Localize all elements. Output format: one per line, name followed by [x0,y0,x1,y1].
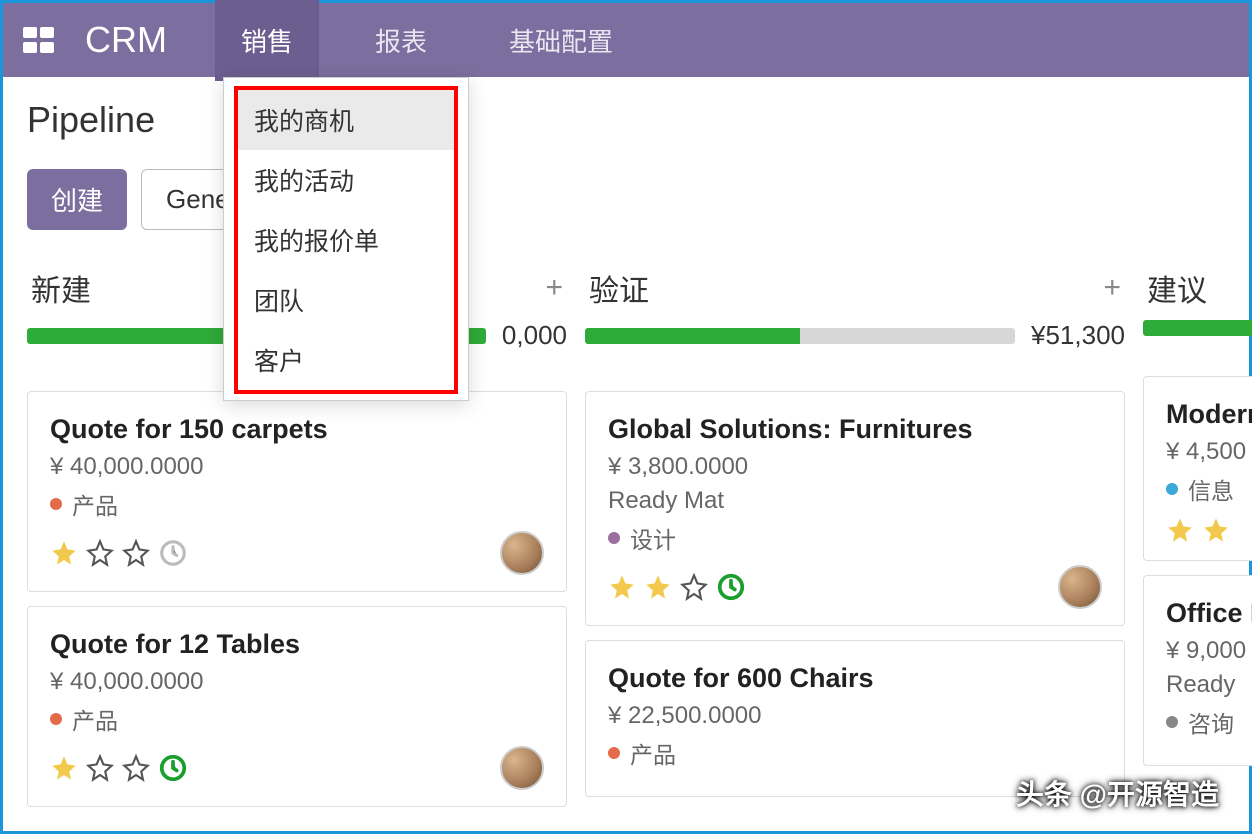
avatar[interactable] [500,746,544,790]
dd-my-opportunities[interactable]: 我的商机 [238,90,454,150]
clock-icon[interactable] [716,572,746,602]
tag-dot [1166,716,1178,728]
star-rating[interactable] [50,538,188,568]
dd-my-quotes[interactable]: 我的报价单 [238,210,454,270]
card-title: Office I [1166,598,1252,629]
page-title: Pipeline [27,99,1225,141]
card-title: Quote for 12 Tables [50,629,544,660]
tag-label: 产品 [72,702,118,736]
column-title: 新建 [31,266,91,310]
card-subtitle: Ready [1166,671,1252,699]
column-proposal: 建议 Moderr ¥ 4,500 信息 [1143,260,1252,821]
watermark: 头条 @开源智造 [1016,773,1219,813]
column-title: 验证 [589,266,649,310]
column-amount: ¥51,300 [1031,320,1125,351]
apps-grid-icon[interactable] [23,27,55,53]
card-amount: ¥ 40,000.0000 [50,453,544,481]
avatar[interactable] [500,531,544,575]
tag-dot [50,713,62,725]
topbar: CRM 销售 报表 基础配置 [3,3,1249,77]
star-icon[interactable] [1202,516,1230,544]
card-subtitle: Ready Mat [608,487,1102,515]
star-icon[interactable] [122,539,150,567]
star-rating[interactable] [1166,516,1230,544]
star-icon[interactable] [608,573,636,601]
card-amount: ¥ 22,500.0000 [608,702,1102,730]
tag-dot [608,532,620,544]
tag-label: 产品 [630,736,676,770]
column-amount: 0,000 [502,320,567,351]
tag-label: 设计 [630,521,676,555]
content: Pipeline 创建 Gener 新建 + 0,000 Quote for 1… [3,77,1249,821]
star-icon[interactable] [1166,516,1194,544]
card-title: Moderr [1166,399,1252,430]
add-card-icon[interactable]: + [545,271,563,305]
nav-reports[interactable]: 报表 [349,0,453,81]
clock-icon[interactable] [158,753,188,783]
nav-config[interactable]: 基础配置 [483,0,639,81]
star-icon[interactable] [86,754,114,782]
star-rating[interactable] [608,572,746,602]
card-title: Quote for 600 Chairs [608,663,1102,694]
card-amount: ¥ 40,000.0000 [50,668,544,696]
card-amount: ¥ 9,000 [1166,637,1252,665]
star-icon[interactable] [50,539,78,567]
card-title: Quote for 150 carpets [50,414,544,445]
tag-label: 咨询 [1188,705,1234,739]
add-card-icon[interactable]: + [1103,271,1121,305]
app-name: CRM [85,19,167,61]
tag-label: 信息 [1188,472,1234,506]
create-button[interactable]: 创建 [27,169,127,230]
card[interactable]: Office I ¥ 9,000 Ready 咨询 [1143,575,1252,766]
tag-label: 产品 [72,487,118,521]
dd-team[interactable]: 团队 [238,270,454,330]
kanban-board: 新建 + 0,000 Quote for 150 carpets ¥ 40,00… [3,260,1249,821]
star-icon[interactable] [86,539,114,567]
card-amount: ¥ 3,800.0000 [608,453,1102,481]
progress-bar [1143,320,1252,336]
card[interactable]: Quote for 12 Tables ¥ 40,000.0000 产品 [27,606,567,807]
nav-sales[interactable]: 销售 [215,0,319,81]
card-title: Global Solutions: Furnitures [608,414,1102,445]
avatar[interactable] [1058,565,1102,609]
dd-customers[interactable]: 客户 [238,330,454,390]
column-title: 建议 [1147,266,1207,310]
clock-icon[interactable] [158,538,188,568]
star-icon[interactable] [680,573,708,601]
tag-dot [1166,483,1178,495]
card[interactable]: Global Solutions: Furnitures ¥ 3,800.000… [585,391,1125,626]
star-icon[interactable] [50,754,78,782]
watermark-text: 头条 @开源智造 [1016,773,1219,813]
sales-dropdown: 我的商机 我的活动 我的报价单 团队 客户 [223,77,469,401]
progress-bar [585,328,1015,344]
card[interactable]: Moderr ¥ 4,500 信息 [1143,376,1252,561]
column-validate: 验证 + ¥51,300 Global Solutions: Furniture… [585,260,1125,821]
dd-my-activities[interactable]: 我的活动 [238,150,454,210]
card[interactable]: Quote for 150 carpets ¥ 40,000.0000 产品 [27,391,567,592]
star-icon[interactable] [122,754,150,782]
card-amount: ¥ 4,500 [1166,438,1252,466]
star-icon[interactable] [644,573,672,601]
tag-dot [608,747,620,759]
star-rating[interactable] [50,753,188,783]
tag-dot [50,498,62,510]
